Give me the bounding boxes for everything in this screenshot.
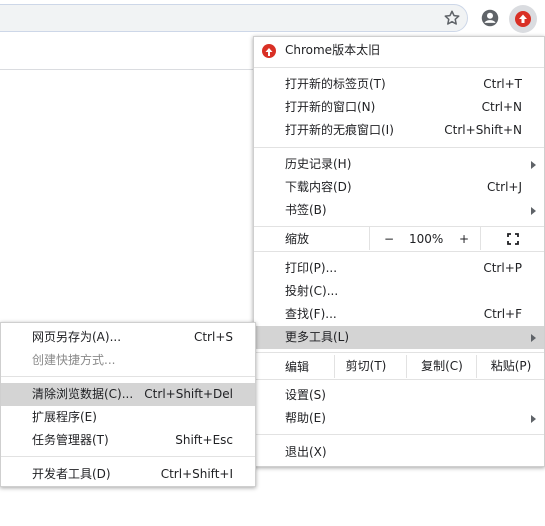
menu-item-help[interactable]: 帮助(E) <box>254 407 544 430</box>
zoom-out-button[interactable]: − <box>384 228 394 250</box>
chrome-main-menu: Chrome版本太旧 打开新的标签页(T) Ctrl+T 打开新的窗口(N) C… <box>253 36 545 467</box>
cut-button[interactable]: 剪切(T) <box>334 355 397 378</box>
menu-item-bookmarks[interactable]: 书签(B) <box>254 199 544 222</box>
submenu-arrow-icon <box>531 334 536 342</box>
menu-item-settings[interactable]: 设置(S) <box>254 384 544 407</box>
submenu-arrow-icon <box>531 415 536 423</box>
divider <box>254 251 544 252</box>
fullscreen-icon[interactable] <box>507 233 519 245</box>
menu-item-label: 开发者工具(D) <box>32 467 111 481</box>
divider <box>1 376 255 377</box>
menu-item-label: 查找(F)... <box>285 307 337 321</box>
menu-item-history[interactable]: 历史记录(H) <box>254 153 544 176</box>
submenu-item-clear-data[interactable]: 清除浏览数据(C)... Ctrl+Shift+Del <box>1 383 255 406</box>
shortcut-label: Ctrl+J <box>487 180 522 194</box>
menu-item-new-tab[interactable]: 打开新的标签页(T) Ctrl+T <box>254 73 544 96</box>
menu-item-label: 更多工具(L) <box>285 330 350 344</box>
address-bar[interactable] <box>0 4 468 32</box>
submenu-item-create-shortcut: 创建快捷方式... <box>1 349 255 372</box>
submenu-item-dev-tools[interactable]: 开发者工具(D) Ctrl+Shift+I <box>1 463 255 486</box>
menu-item-new-window[interactable]: 打开新的窗口(N) Ctrl+N <box>254 96 544 119</box>
menu-item-downloads[interactable]: 下载内容(D) Ctrl+J <box>254 176 544 199</box>
page-divider <box>0 69 255 70</box>
submenu-arrow-icon <box>531 161 536 169</box>
submenu-item-extensions[interactable]: 扩展程序(E) <box>1 406 255 429</box>
menu-item-more-tools[interactable]: 更多工具(L) <box>254 326 544 349</box>
menu-item-label: 打开新的窗口(N) <box>285 100 376 114</box>
menu-item-label: Chrome版本太旧 <box>285 43 381 57</box>
menu-item-label: 创建快捷方式... <box>32 353 116 367</box>
star-outline-icon[interactable] <box>443 9 461 27</box>
menu-item-label: 历史记录(H) <box>285 157 352 171</box>
menu-item-label: 网页另存为(A)... <box>32 330 122 344</box>
menu-item-update[interactable]: Chrome版本太旧 <box>254 39 544 62</box>
shortcut-label: Ctrl+T <box>483 77 522 91</box>
menu-item-label: 打开新的标签页(T) <box>285 77 386 91</box>
shortcut-label: Ctrl+Shift+I <box>160 467 233 481</box>
divider <box>254 434 544 435</box>
update-arrow-icon <box>515 11 531 27</box>
edit-label: 编辑 <box>285 360 310 374</box>
submenu-item-task-manager[interactable]: 任务管理器(T) Shift+Esc <box>1 429 255 452</box>
more-tools-submenu: 网页另存为(A)... Ctrl+S 创建快捷方式... 清除浏览数据(C)..… <box>0 322 256 487</box>
menu-item-label: 帮助(E) <box>285 411 326 425</box>
update-arrow-icon <box>262 44 276 58</box>
account-circle-icon[interactable] <box>481 9 499 27</box>
shortcut-label: Ctrl+N <box>481 100 522 114</box>
menu-item-cast[interactable]: 投射(C)... <box>254 280 544 303</box>
zoom-in-button[interactable]: + <box>459 228 469 250</box>
divider <box>254 352 544 353</box>
divider <box>254 379 544 380</box>
menu-item-find[interactable]: 查找(F)... Ctrl+F <box>254 303 544 326</box>
zoom-row: 缩放 − 100% + <box>254 227 544 250</box>
menu-item-label: 投射(C)... <box>285 284 339 298</box>
menu-item-label: 退出(X) <box>285 445 327 459</box>
menu-item-print[interactable]: 打印(P)... Ctrl+P <box>254 257 544 280</box>
shortcut-label: Ctrl+Shift+Del <box>144 387 233 401</box>
menu-item-label: 设置(S) <box>285 388 326 402</box>
menu-item-label: 打开新的无痕窗口(I) <box>285 123 394 137</box>
zoom-level: 100% <box>409 232 444 246</box>
paste-button[interactable]: 粘贴(P) <box>476 355 545 378</box>
shortcut-label: Ctrl+S <box>193 330 233 344</box>
edit-row: 编辑 剪切(T) 复制(C) 粘贴(P) <box>254 355 545 378</box>
menu-item-exit[interactable]: 退出(X) <box>254 441 544 464</box>
zoom-label: 缩放 <box>285 232 310 246</box>
submenu-item-save-as[interactable]: 网页另存为(A)... Ctrl+S <box>1 326 255 349</box>
copy-button[interactable]: 复制(C) <box>406 355 477 378</box>
divider <box>254 67 544 68</box>
menu-item-label: 下载内容(D) <box>285 180 352 194</box>
browser-toolbar <box>0 0 545 38</box>
menu-item-incognito[interactable]: 打开新的无痕窗口(I) Ctrl+Shift+N <box>254 119 544 142</box>
shortcut-label: Shift+Esc <box>175 433 233 447</box>
menu-item-label: 扩展程序(E) <box>32 410 97 424</box>
menu-item-label: 任务管理器(T) <box>32 433 109 447</box>
menu-item-label: 打印(P)... <box>285 261 338 275</box>
submenu-arrow-icon <box>531 207 536 215</box>
shortcut-label: Ctrl+P <box>483 261 522 275</box>
divider <box>1 456 255 457</box>
chrome-menu-button[interactable] <box>509 5 537 33</box>
shortcut-label: Ctrl+Shift+N <box>444 123 522 137</box>
shortcut-label: Ctrl+F <box>483 307 522 321</box>
menu-item-label: 清除浏览数据(C)... <box>32 387 134 401</box>
divider <box>254 147 544 148</box>
menu-item-label: 书签(B) <box>285 203 327 217</box>
